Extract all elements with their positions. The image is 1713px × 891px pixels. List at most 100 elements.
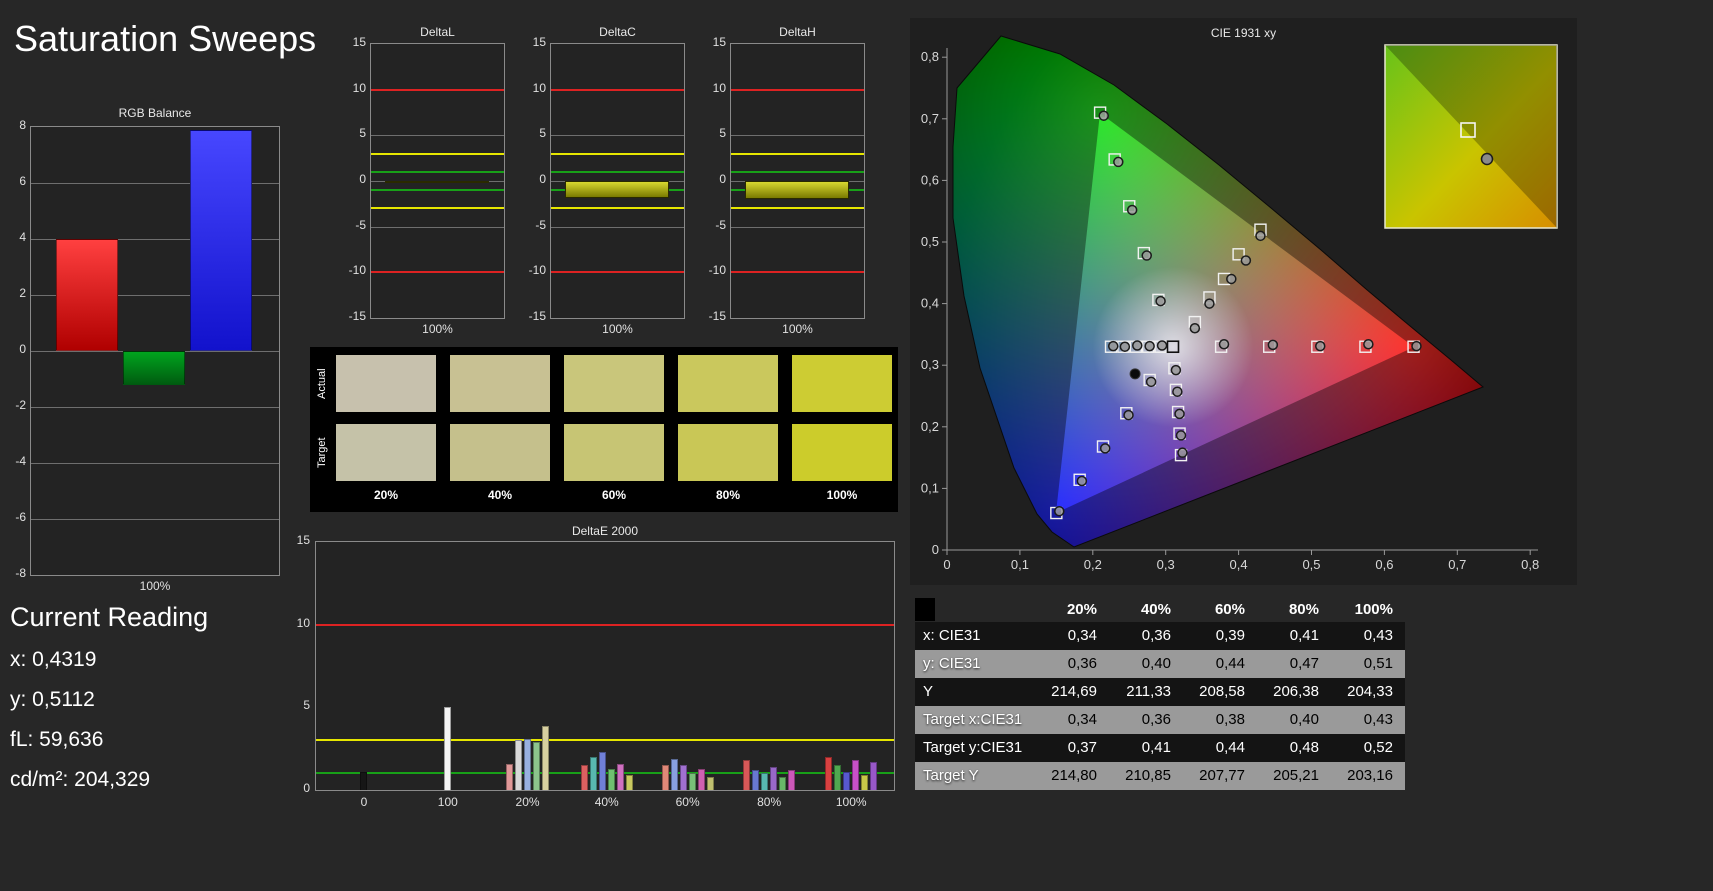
- cie-y-tick-label: 0,2: [921, 419, 939, 434]
- cie-x-tick-label: 0,2: [1084, 557, 1102, 572]
- delta-ytick-label: 5: [539, 126, 546, 141]
- table-cell: 0,40: [1141, 655, 1171, 672]
- delta-ytick-label: 0: [359, 172, 366, 186]
- cie-measured-green: [1126, 204, 1138, 216]
- deltae-bar: [752, 770, 760, 790]
- swatch-actual-80%: [678, 355, 778, 412]
- table-cell: 0,34: [1067, 627, 1097, 644]
- swatch-percent-label: 80%: [715, 488, 741, 502]
- delta-bar: [385, 181, 489, 183]
- cie-x-tick-label: 0,4: [1230, 557, 1248, 572]
- deltae-bar: [852, 760, 860, 790]
- delta-ref-line: [371, 207, 504, 210]
- table-cell: 0,48: [1289, 739, 1319, 756]
- table-row: y: CIE31 0,36 0,40 0,44 0,47 0,51: [915, 650, 1405, 678]
- swatch-row-label-target: Target: [316, 437, 328, 468]
- deltae-x-label: 100%: [835, 795, 867, 809]
- cie-measured-magenta: [1177, 447, 1188, 458]
- deltae-bar: [706, 776, 714, 790]
- table-col-header: 20%: [1066, 601, 1097, 618]
- deltae-bar: [661, 765, 669, 790]
- delta-ref-line: [551, 88, 684, 91]
- delta-ytick-label: 10: [712, 80, 726, 95]
- delta-chart-title: DeltaH: [779, 25, 816, 39]
- current-reading-title: Current Reading: [10, 602, 209, 632]
- delta-ytick-label: -5: [535, 217, 546, 232]
- deltae-bar: [697, 768, 705, 790]
- table-cell: 206,38: [1273, 683, 1319, 700]
- cie-measured-yellow: [1226, 273, 1237, 285]
- swatch-percent-label: 20%: [373, 488, 399, 502]
- table-row-label: Target y:CIE31: [923, 739, 1023, 756]
- deltae-ytick-label: 0: [303, 781, 310, 795]
- delta-chart-title: DeltaL: [420, 25, 455, 39]
- delta-bar: [745, 181, 849, 200]
- delta-gridline: [551, 181, 684, 182]
- table-row-label: x: CIE31: [923, 627, 981, 644]
- cie-measured-red: [1314, 340, 1326, 352]
- swatch-actual-40%: [450, 355, 550, 412]
- cie-measured-blue: [1076, 475, 1088, 487]
- cie-measured-red: [1411, 340, 1422, 352]
- rgb-gridline: [31, 519, 279, 520]
- deltae-bar: [870, 761, 878, 790]
- cie-measured-yellow: [1240, 255, 1252, 266]
- table-row-label: Y: [923, 683, 934, 700]
- delta-chart-plot: [550, 43, 685, 319]
- cie-inset-measured-marker: [1480, 152, 1494, 166]
- delta-ref-line: [371, 271, 504, 274]
- table-cell: 0,41: [1141, 739, 1171, 756]
- rgb-ytick-label: -6: [15, 510, 26, 524]
- cie-measured-magenta: [1170, 364, 1182, 376]
- rgb-bar-green: [123, 351, 185, 385]
- table-cell: 204,33: [1347, 683, 1393, 700]
- cie-y-tick-label: 0,8: [921, 49, 939, 64]
- delta-ytick-label: 10: [352, 80, 366, 95]
- deltae-bar: [616, 763, 624, 790]
- delta-ref-line: [551, 152, 684, 155]
- deltae-bar: [524, 738, 532, 790]
- deltae-bar: [533, 742, 541, 790]
- cie-inset-zoom: [1384, 44, 1558, 229]
- delta-x-label: 100%: [782, 322, 813, 336]
- deltae-bar: [825, 756, 833, 790]
- cie-x-tick-label: 0,1: [1011, 557, 1029, 572]
- cie-measured-yellow: [1255, 230, 1266, 242]
- deltae-ytick-label: 10: [296, 615, 310, 630]
- delta-ref-line: [731, 170, 864, 173]
- table-row: x: CIE31 0,34 0,36 0,39 0,41 0,43: [915, 622, 1405, 650]
- table-cell: 0,43: [1363, 711, 1393, 728]
- deltae-bar: [515, 740, 523, 790]
- swatch-target-80%: [678, 424, 778, 481]
- rgb-balance-title: RGB Balance: [118, 106, 192, 120]
- delta-ref-line: [371, 152, 504, 155]
- deltae-bar: [761, 773, 769, 790]
- deltae-x-label: 0: [360, 795, 368, 809]
- delta-gridline: [371, 181, 504, 182]
- delta-ytick-label: -15: [348, 309, 366, 323]
- table-cell: 0,34: [1067, 711, 1097, 728]
- deltae-bar: [360, 771, 368, 790]
- swatch-target-100%: [792, 424, 892, 481]
- delta-ref-line: [731, 207, 864, 210]
- rgb-bar-red: [56, 239, 118, 351]
- cie-measured-blue: [1099, 443, 1111, 454]
- cie-current-dot: [1129, 368, 1141, 380]
- cie-diagram: 0 0,1 0,2 0,3 0,4 0,5 0,6 0,7 0,8 0 0,1 0,2 0,3 0,4 0,…: [921, 35, 1558, 572]
- rgb-ytick-label: 0: [19, 342, 26, 356]
- table-cell: 0,44: [1215, 655, 1245, 672]
- table-corner-box: [915, 598, 935, 621]
- cie-panel: CIE 1931 xy 0 0,1 0,2 0,3 0,4 0,5 0,6 0,…: [910, 18, 1577, 585]
- cie-y-tick-label: 0,1: [921, 480, 939, 495]
- cie-measured-blue: [1123, 409, 1134, 421]
- deltae-bar: [743, 760, 751, 790]
- deltae-bar: [580, 765, 588, 790]
- delta-ref-line: [551, 170, 684, 173]
- deltae-bar: [861, 775, 869, 790]
- deltae-bar: [670, 758, 678, 790]
- cie-y-tick-label: 0: [932, 542, 939, 557]
- cie-y-tick-label: 0,4: [921, 296, 939, 311]
- delta-ref-line: [371, 170, 504, 173]
- deltae-bar: [770, 766, 778, 790]
- table-row-label: Target x:CIE31: [923, 711, 1023, 728]
